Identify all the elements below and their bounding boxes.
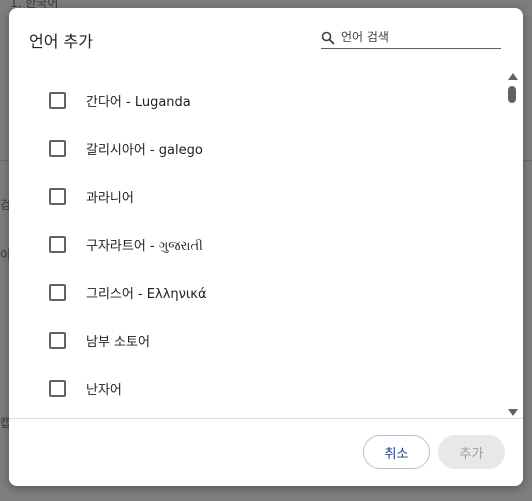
search-icon bbox=[321, 31, 335, 45]
footer-divider bbox=[9, 418, 523, 419]
cancel-button[interactable]: 취소 bbox=[363, 435, 430, 469]
dialog-title: 언어 추가 bbox=[29, 32, 93, 51]
add-button[interactable]: 추가 bbox=[438, 435, 505, 469]
language-label: 그리스어 - Ελληνικά bbox=[86, 286, 207, 302]
checkbox[interactable] bbox=[49, 139, 66, 157]
list-item[interactable]: 구자라트어 - ગુજરાતી bbox=[49, 230, 489, 258]
add-language-dialog: 언어 추가 간다어 - Luganda 갈리시아어 - galego 과라니어 … bbox=[9, 8, 523, 486]
checkbox[interactable] bbox=[49, 187, 66, 205]
scroll-down-arrow-icon[interactable] bbox=[508, 409, 518, 416]
list-item[interactable]: 갈리시아어 - galego bbox=[49, 134, 489, 162]
list-item[interactable]: 간다어 - Luganda bbox=[49, 86, 489, 114]
language-label: 간다어 - Luganda bbox=[86, 94, 191, 110]
list-scrollbar[interactable] bbox=[506, 70, 518, 418]
language-label: 난자어 bbox=[86, 382, 122, 398]
checkbox[interactable] bbox=[49, 379, 66, 397]
checkbox[interactable] bbox=[49, 283, 66, 301]
language-search-box[interactable] bbox=[321, 28, 501, 49]
checkbox[interactable] bbox=[49, 91, 66, 109]
language-list[interactable]: 간다어 - Luganda 갈리시아어 - galego 과라니어 구자라트어 … bbox=[9, 68, 505, 418]
list-item[interactable]: 과라니어 bbox=[49, 182, 489, 210]
list-item[interactable]: 난자어 bbox=[49, 374, 489, 402]
language-label: 과라니어 bbox=[86, 190, 134, 206]
language-label: 갈리시아어 - galego bbox=[86, 142, 203, 158]
language-label: 구자라트어 - ગુજરાતી bbox=[86, 238, 203, 254]
checkbox[interactable] bbox=[49, 235, 66, 253]
list-item[interactable]: 남부 소토어 bbox=[49, 326, 489, 354]
search-input[interactable] bbox=[341, 28, 499, 46]
scrollbar-thumb[interactable] bbox=[508, 86, 516, 103]
scroll-up-arrow-icon[interactable] bbox=[508, 73, 518, 80]
checkbox[interactable] bbox=[49, 331, 66, 349]
language-label: 남부 소토어 bbox=[86, 334, 150, 350]
list-item[interactable]: 그리스어 - Ελληνικά bbox=[49, 278, 489, 306]
